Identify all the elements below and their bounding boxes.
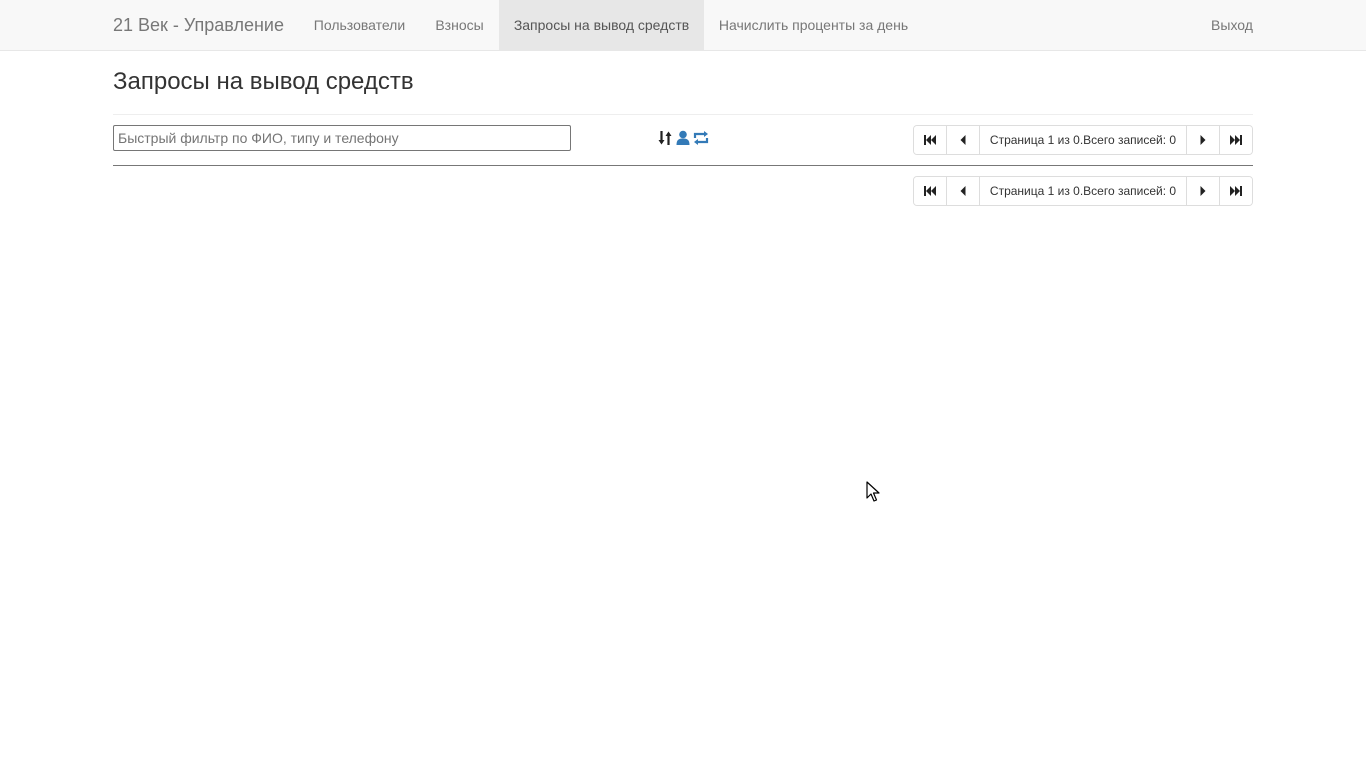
refresh-icon[interactable] (692, 130, 710, 146)
first-page-icon (924, 135, 936, 145)
nav-item-contributions[interactable]: Взносы (420, 0, 499, 50)
last-page-icon (1230, 135, 1242, 145)
prev-page-button[interactable] (947, 126, 980, 154)
logout-link[interactable]: Выход (1196, 0, 1268, 50)
nav-item-users[interactable]: Пользователи (299, 0, 420, 50)
next-page-icon (1200, 135, 1206, 145)
title-divider (113, 114, 1253, 115)
prev-page-icon (960, 186, 966, 196)
pagination-bottom: Страница 1 из 0.Всего записей: 0 (913, 176, 1253, 206)
page-title: Запросы на вывод средств (113, 68, 414, 95)
first-page-icon (924, 186, 936, 196)
prev-page-icon (960, 135, 966, 145)
nav-item-withdrawal-requests[interactable]: Запросы на вывод средств (499, 0, 704, 50)
quick-filter-input[interactable] (113, 125, 571, 151)
last-page-button[interactable] (1219, 126, 1252, 154)
nav-item-accrue-interest[interactable]: Начислить проценты за день (704, 0, 923, 50)
next-page-button[interactable] (1186, 177, 1219, 205)
navbar: 21 Век - Управление Пользователи Взносы … (0, 0, 1366, 51)
last-page-button[interactable] (1219, 177, 1252, 205)
sort-icon[interactable] (658, 130, 672, 146)
page-info: Страница 1 из 0.Всего записей: 0 (989, 184, 1177, 198)
mouse-cursor-icon (866, 481, 880, 503)
page-info: Страница 1 из 0.Всего записей: 0 (989, 133, 1177, 147)
prev-page-button[interactable] (947, 177, 980, 205)
first-page-button[interactable] (914, 126, 947, 154)
list-divider (113, 165, 1253, 166)
first-page-button[interactable] (914, 177, 947, 205)
last-page-icon (1230, 186, 1242, 196)
brand-link[interactable]: 21 Век - Управление (113, 0, 284, 50)
pagination-top: Страница 1 из 0.Всего записей: 0 (913, 125, 1253, 155)
next-page-button[interactable] (1186, 126, 1219, 154)
next-page-icon (1200, 186, 1206, 196)
user-icon[interactable] (676, 130, 690, 146)
